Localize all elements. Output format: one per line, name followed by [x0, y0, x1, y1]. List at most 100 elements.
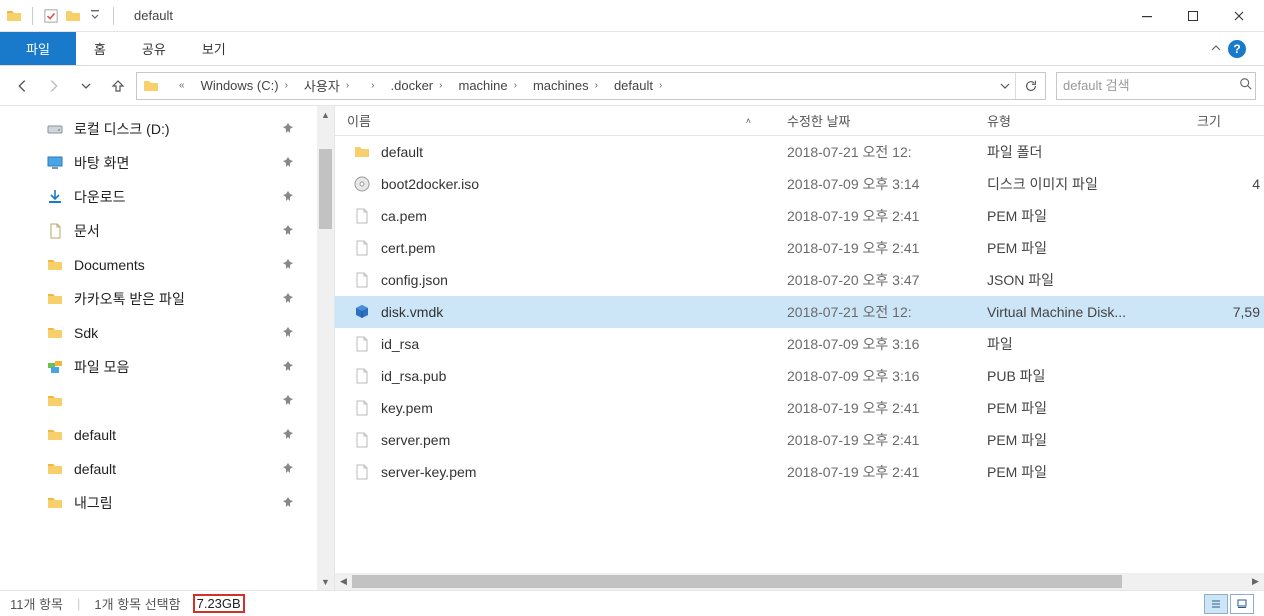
file-name: server.pem [381, 432, 450, 448]
file-row[interactable]: server-key.pem2018-07-19 오후 2:41PEM 파일 [335, 456, 1264, 488]
file-name-cell: key.pem [335, 399, 775, 417]
folder-icon [6, 8, 22, 24]
nav-item-icon [46, 494, 64, 512]
minimize-button[interactable] [1124, 1, 1170, 31]
ribbon-collapse-icon[interactable] [1210, 41, 1222, 57]
scroll-track[interactable] [317, 123, 334, 573]
refresh-button[interactable] [1015, 73, 1045, 99]
main: 로컬 디스크 (D:) 바탕 화면다운로드문서 Documents 카카오톡 받은 파… [0, 106, 1264, 590]
breadcrumb-item[interactable]: › [357, 80, 382, 91]
nav-item[interactable]: 카카오톡 받은 파일 [40, 284, 300, 314]
file-row[interactable]: key.pem2018-07-19 오후 2:41PEM 파일 [335, 392, 1264, 424]
col-header-name[interactable]: 이름 ˄ [335, 106, 775, 135]
file-row[interactable]: disk.vmdk2018-07-21 오전 12:Virtual Machin… [335, 296, 1264, 328]
ribbon-home-tab[interactable]: 홈 [76, 32, 124, 65]
nav-item-icon [46, 154, 64, 172]
scroll-down-icon[interactable]: ▼ [317, 573, 334, 590]
file-row[interactable]: boot2docker.iso2018-07-09 오후 3:14디스크 이미지… [335, 168, 1264, 200]
column-headers: 이름 ˄ 수정한 날짜 유형 크기 [335, 106, 1264, 136]
col-header-size[interactable]: 크기 [1185, 106, 1264, 135]
address-bar[interactable]: «Windows (C:)›사용자››.docker›machine›machi… [136, 72, 1046, 100]
breadcrumb-item[interactable]: Windows (C:)› [193, 78, 296, 93]
ribbon-view-tab[interactable]: 보기 [184, 32, 244, 65]
address-dropdown-icon[interactable] [993, 73, 1015, 99]
search-input[interactable] [1063, 78, 1239, 93]
nav-item[interactable]: 로컬 디스크 (D:) [40, 114, 300, 144]
nav-item[interactable]: default [40, 420, 300, 450]
file-type-cell: 파일 폴더 [975, 142, 1185, 162]
nav-item[interactable]: 바탕 화면 [40, 148, 300, 178]
file-icon [353, 399, 371, 417]
nav-scrollbar[interactable]: ▲ ▼ [317, 106, 334, 590]
back-button[interactable] [8, 72, 36, 100]
sort-indicator-icon: ˄ [746, 116, 763, 126]
breadcrumb-leading-chevron[interactable]: « [165, 80, 193, 91]
file-name-cell: id_rsa [335, 335, 775, 353]
search-box[interactable] [1056, 72, 1256, 100]
nav-item-label: 내그림 [74, 493, 272, 513]
forward-button[interactable] [40, 72, 68, 100]
qat-dropdown-icon[interactable] [87, 8, 103, 24]
file-type-cell: PEM 파일 [975, 206, 1185, 226]
file-type-cell: PEM 파일 [975, 398, 1185, 418]
file-name-cell: server-key.pem [335, 463, 775, 481]
file-icon [353, 335, 371, 353]
scroll-right-icon[interactable]: ▶ [1247, 573, 1264, 590]
file-row[interactable]: default2018-07-21 오전 12:파일 폴더 [335, 136, 1264, 168]
checkbox-icon[interactable] [43, 8, 59, 24]
nav-item[interactable]: 다운로드 [40, 182, 300, 212]
maximize-button[interactable] [1170, 1, 1216, 31]
file-icon [353, 303, 371, 321]
file-date-cell: 2018-07-20 오후 3:47 [775, 270, 975, 290]
file-row[interactable]: config.json2018-07-20 오후 3:47JSON 파일 [335, 264, 1264, 296]
nav-item-icon [46, 222, 64, 240]
file-name-cell: default [335, 143, 775, 161]
file-row[interactable]: id_rsa.pub2018-07-09 오후 3:16PUB 파일 [335, 360, 1264, 392]
scroll-thumb[interactable] [319, 149, 332, 229]
help-icon[interactable]: ? [1228, 40, 1246, 58]
pin-icon [282, 122, 294, 137]
file-icon [353, 367, 371, 385]
breadcrumb-item[interactable]: machine› [450, 78, 524, 93]
window-title: default [134, 8, 173, 23]
scroll-left-icon[interactable]: ◀ [335, 573, 352, 590]
ribbon: 파일 홈 공유 보기 ? [0, 32, 1264, 66]
nav-item[interactable]: Documents [40, 250, 300, 280]
ribbon-share-tab[interactable]: 공유 [124, 32, 184, 65]
h-scroll-thumb[interactable] [352, 575, 1122, 588]
h-scroll-track[interactable] [352, 573, 1247, 590]
nav-item-label: 문서 [74, 221, 272, 241]
breadcrumb-item[interactable]: machines› [525, 78, 606, 93]
nav-item[interactable]: 문서 [40, 216, 300, 246]
file-row[interactable]: cert.pem2018-07-19 오후 2:41PEM 파일 [335, 232, 1264, 264]
ribbon-file-tab[interactable]: 파일 [0, 32, 76, 65]
col-header-type[interactable]: 유형 [975, 106, 1185, 135]
view-large-icons-button[interactable] [1230, 594, 1254, 614]
nav-item[interactable]: 파일 모음 [40, 352, 300, 382]
file-row[interactable]: ca.pem2018-07-19 오후 2:41PEM 파일 [335, 200, 1264, 232]
search-icon[interactable] [1239, 77, 1253, 94]
nav-item[interactable]: 내그림 [40, 488, 300, 518]
file-row[interactable]: id_rsa2018-07-09 오후 3:16파일 [335, 328, 1264, 360]
scroll-up-icon[interactable]: ▲ [317, 106, 334, 123]
window-controls [1124, 1, 1262, 31]
close-button[interactable] [1216, 1, 1262, 31]
pin-icon [282, 156, 294, 171]
breadcrumb-item[interactable]: 사용자› [296, 76, 357, 95]
file-size-cell: 4 [1185, 176, 1264, 192]
nav-item[interactable] [40, 386, 300, 416]
file-row[interactable]: server.pem2018-07-19 오후 2:41PEM 파일 [335, 424, 1264, 456]
h-scrollbar[interactable]: ◀ ▶ [335, 573, 1264, 590]
breadcrumb-item[interactable]: .docker› [383, 78, 451, 93]
nav-item[interactable]: default [40, 454, 300, 484]
file-date-cell: 2018-07-19 오후 2:41 [775, 430, 975, 450]
up-button[interactable] [104, 72, 132, 100]
recent-locations-button[interactable] [72, 72, 100, 100]
pin-icon [282, 496, 294, 511]
breadcrumb-item[interactable]: default› [606, 78, 670, 93]
folder-small-icon[interactable] [65, 8, 81, 24]
view-details-button[interactable] [1204, 594, 1228, 614]
file-rows: default2018-07-21 오전 12:파일 폴더boot2docker… [335, 136, 1264, 573]
col-header-date[interactable]: 수정한 날짜 [775, 106, 975, 135]
nav-item[interactable]: Sdk [40, 318, 300, 348]
